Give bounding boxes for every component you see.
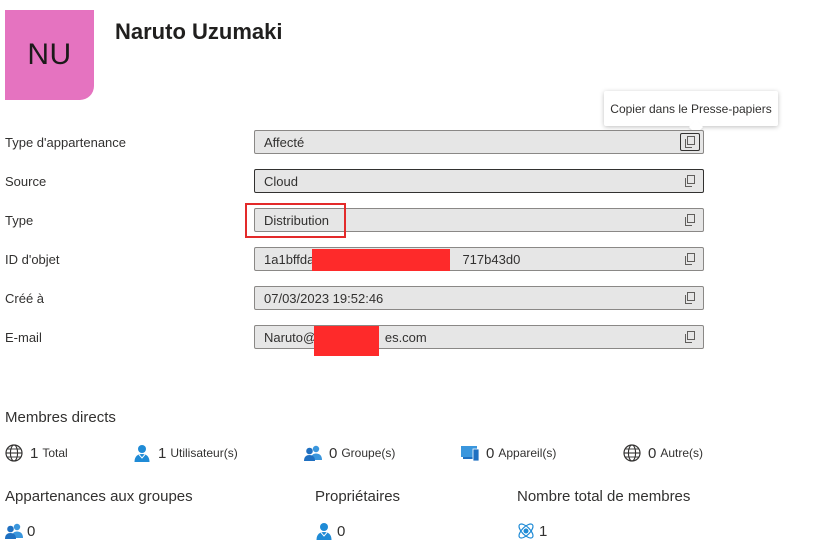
field-label: ID d'objet bbox=[5, 252, 60, 267]
copy-icon[interactable] bbox=[680, 328, 700, 346]
tooltip-text: Copier dans le Presse-papiers bbox=[610, 101, 772, 116]
field-label: Source bbox=[5, 174, 47, 189]
stat-count: 0 bbox=[648, 444, 657, 462]
stat-count: 0 bbox=[329, 444, 338, 462]
field-label: Type d'appartenance bbox=[5, 135, 127, 150]
avatar-initials: NU bbox=[27, 38, 72, 71]
owners-heading: Propriétaires bbox=[315, 488, 401, 505]
copy-icon[interactable] bbox=[680, 289, 700, 307]
copy-icon[interactable] bbox=[680, 172, 700, 190]
stat-groups[interactable]: 0 Groupe(s) bbox=[303, 443, 395, 463]
stat-unit: Utilisateur(s) bbox=[170, 446, 238, 460]
stat-devices[interactable]: 0 Appareil(s) bbox=[460, 443, 556, 463]
stat-others[interactable]: 0 Autre(s) bbox=[622, 443, 703, 463]
direct-members-heading: Membres directs bbox=[5, 409, 116, 426]
group-icon bbox=[303, 443, 323, 463]
redaction-bar bbox=[314, 326, 379, 356]
redaction-bar bbox=[312, 249, 450, 271]
total-members-heading: Nombre total de membres bbox=[517, 488, 691, 505]
field-row-email: E-mail Naruto@ es.com bbox=[0, 325, 815, 351]
stat-count: 0 bbox=[337, 522, 346, 540]
copy-icon[interactable] bbox=[680, 250, 700, 268]
membership-type-field[interactable]: Affecté bbox=[254, 130, 704, 154]
globe-icon bbox=[4, 443, 24, 463]
highlight-box bbox=[245, 203, 346, 238]
user-icon bbox=[314, 521, 334, 541]
user-icon bbox=[132, 443, 152, 463]
owners-count[interactable]: 0 bbox=[314, 521, 345, 541]
field-row-type: Type Distribution bbox=[0, 208, 815, 234]
copy-icon[interactable] bbox=[680, 211, 700, 229]
page-title: Naruto Uzumaki bbox=[115, 19, 283, 44]
group-memberships-count[interactable]: 0 bbox=[4, 521, 35, 541]
field-row-created: Créé à 07/03/2023 19:52:46 bbox=[0, 286, 815, 312]
created-field[interactable]: 07/03/2023 19:52:46 bbox=[254, 286, 704, 310]
source-field[interactable]: Cloud bbox=[254, 169, 704, 193]
stat-count: 1 bbox=[539, 522, 548, 540]
stat-users[interactable]: 1 Utilisateur(s) bbox=[132, 443, 238, 463]
copy-tooltip: Copier dans le Presse-papiers bbox=[604, 91, 778, 126]
stat-count: 0 bbox=[486, 444, 495, 462]
copy-icon[interactable] bbox=[680, 133, 700, 151]
globe-icon bbox=[622, 443, 642, 463]
avatar: NU bbox=[5, 10, 94, 100]
group-memberships-heading: Appartenances aux groupes bbox=[5, 488, 193, 505]
field-label: Créé à bbox=[5, 291, 45, 306]
field-row-source: Source Cloud bbox=[0, 169, 815, 195]
stat-unit: Total bbox=[42, 446, 68, 460]
group-icon bbox=[4, 521, 24, 541]
stat-count: 0 bbox=[27, 522, 36, 540]
stat-total[interactable]: 1 Total bbox=[4, 443, 68, 463]
device-icon bbox=[460, 443, 480, 463]
field-label: E-mail bbox=[5, 330, 42, 345]
stat-unit: Appareil(s) bbox=[498, 446, 557, 460]
stat-count: 1 bbox=[30, 444, 39, 462]
members-icon bbox=[516, 521, 536, 541]
field-label: Type bbox=[5, 213, 34, 228]
stat-count: 1 bbox=[158, 444, 167, 462]
total-members-count[interactable]: 1 bbox=[516, 521, 547, 541]
stat-unit: Groupe(s) bbox=[341, 446, 396, 460]
field-row-membership-type: Type d'appartenance Affecté bbox=[0, 130, 815, 156]
stat-unit: Autre(s) bbox=[660, 446, 704, 460]
